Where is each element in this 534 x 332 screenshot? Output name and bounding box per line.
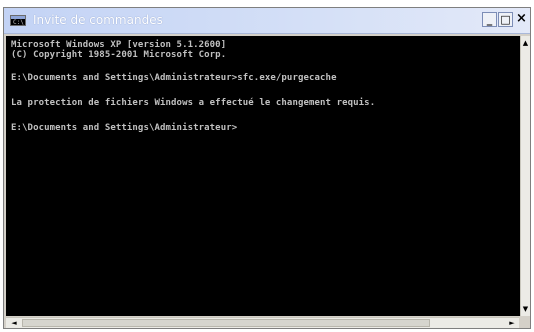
window-title: Invite de commandes (33, 13, 163, 27)
minimize-button[interactable]: _ (482, 12, 497, 27)
console-line: Microsoft Windows XP [version 5.1.2600] (11, 40, 227, 50)
scroll-down-icon[interactable]: ▼ (521, 302, 530, 316)
scroll-right-icon[interactable]: ► (506, 318, 518, 328)
scroll-left-icon[interactable]: ◄ (8, 318, 20, 328)
console-prompt-line[interactable]: E:\Documents and Settings\Administrateur… (11, 123, 237, 133)
scroll-up-icon[interactable]: ▲ (521, 36, 530, 50)
command-prompt-window: C:\ Invite de commandes _ □ × Microsoft … (3, 7, 531, 329)
vertical-scrollbar[interactable]: ▲ ▼ (520, 36, 530, 316)
title-bar[interactable]: C:\ Invite de commandes _ □ × (4, 8, 530, 34)
close-button[interactable]: × (514, 12, 529, 27)
console-icon[interactable]: C:\ (10, 15, 26, 26)
console-output[interactable]: Microsoft Windows XP [version 5.1.2600] … (6, 36, 520, 316)
horizontal-scrollbar[interactable]: ◄ ► (6, 317, 530, 328)
size-grip[interactable] (519, 317, 530, 328)
console-command-line: E:\Documents and Settings\Administrateur… (11, 73, 337, 83)
console-line: (C) Copyright 1985-2001 Microsoft Corp. (11, 50, 227, 60)
maximize-button[interactable]: □ (498, 12, 513, 27)
console-result-line: La protection de fichiers Windows a effe… (11, 98, 376, 108)
horizontal-scroll-thumb[interactable] (22, 319, 430, 327)
